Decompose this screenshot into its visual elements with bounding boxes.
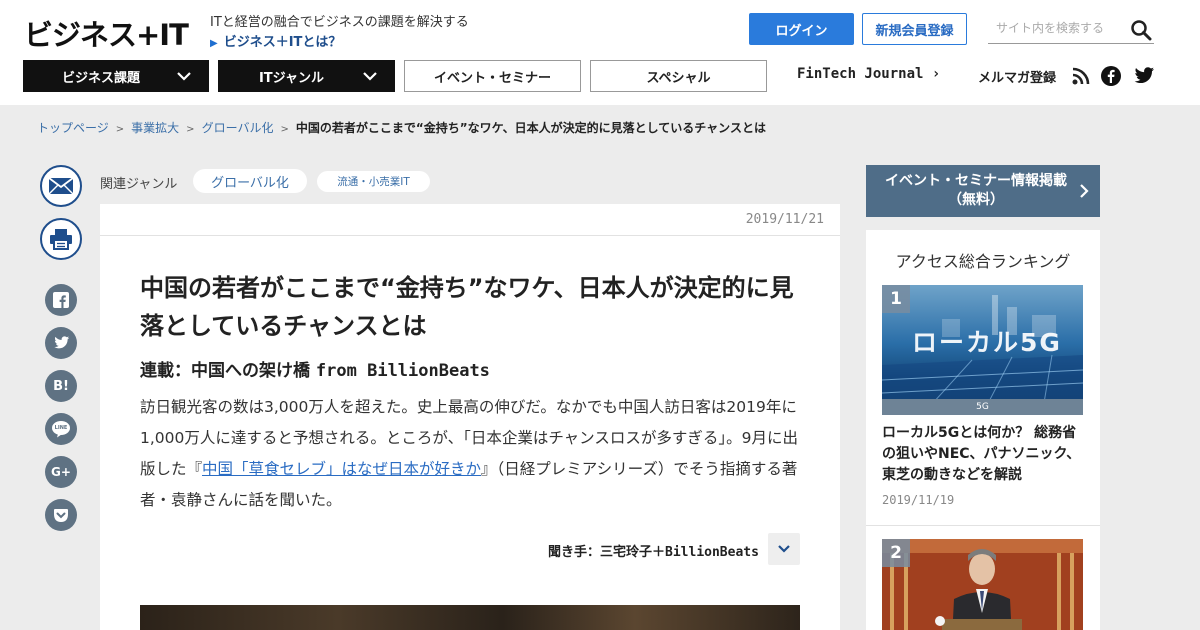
date-bar: 2019/11/21: [100, 204, 840, 236]
pocket-icon: [54, 508, 68, 522]
chevron-down-icon: [177, 72, 191, 81]
chevron-down-icon: [778, 545, 790, 553]
facebook-icon[interactable]: [1101, 66, 1121, 86]
event-banner-line2: （無料）: [948, 192, 1004, 208]
print-button[interactable]: [40, 218, 82, 260]
ranking-item-2-image[interactable]: 2: [882, 539, 1083, 630]
register-button[interactable]: 新規会員登録: [862, 13, 967, 45]
interviewer-prefix: 聞き手：三宅玲子＋: [548, 545, 666, 560]
twitter-icon: [53, 336, 69, 349]
article-title: 中国の若者がここまで“金持ち”なワケ、日本人が決定的に見落としているチャンスとは: [140, 274, 794, 340]
nav-fintech-journal[interactable]: FinTech Journal ›: [797, 66, 940, 82]
ranking-divider: [866, 525, 1100, 526]
site-header: ビジネス+IT ITと経営の融合でビジネスの課題を解決する ▶ ビジネス＋ITとは…: [0, 0, 1200, 105]
article-card: 2019/11/21 中国の若者がここまで“金持ち”なワケ、日本人が決定的に見落…: [100, 204, 840, 630]
mail-icon: [48, 177, 74, 195]
triangle-right-icon: ▶: [210, 38, 218, 49]
speaker-illustration: [882, 539, 1083, 630]
interviewer-name: BillionBeats: [665, 545, 759, 560]
nav-newsletter[interactable]: メルマガ登録: [978, 67, 1056, 86]
chevron-right-icon: ›: [923, 66, 941, 82]
nav-business-label: ビジネス課題: [61, 70, 140, 86]
breadcrumb-separator: >: [115, 124, 125, 135]
article-lead: 訪日観光客の数は3,000万人を超えた。史上最高の伸びだ。なかでも中国人訪日客は…: [140, 392, 802, 516]
breadcrumb-globalization[interactable]: グローバル化: [202, 121, 274, 135]
pocket-share-button[interactable]: [45, 499, 77, 531]
local-5g-image: ローカル5G 5G: [882, 285, 1083, 415]
chevron-right-icon: [1080, 184, 1089, 198]
twitter-share-button[interactable]: [45, 327, 77, 359]
nav-it-genre[interactable]: ITジャンル: [218, 60, 395, 92]
rank-number: 2: [882, 539, 910, 567]
series-prefix: 連載：中国への架け橋: [140, 361, 316, 381]
breadcrumb: トップページ > 事業拡大 > グローバル化 > 中国の若者がここまで“金持ち”なワケ、日本…: [37, 119, 766, 136]
ranking-title: アクセス総合ランキング: [895, 252, 1071, 271]
ranking-item-1-image[interactable]: ローカル5G 5G 1: [882, 285, 1083, 415]
event-banner-line1: イベント・セミナー情報掲載: [885, 173, 1067, 189]
book-link[interactable]: 中国「草食セレブ」はなぜ日本が好きか: [202, 460, 481, 478]
site-logo[interactable]: ビジネス+IT: [24, 12, 189, 54]
nav-events[interactable]: イベント・セミナー: [404, 60, 581, 92]
series-title: from BillionBeats: [315, 361, 490, 381]
hatena-bookmark-icon: B!: [53, 378, 69, 394]
breadcrumb-current: 中国の若者がここまで“金持ち”なワケ、日本人が決定的に見落としているチャンスとは: [295, 121, 766, 135]
printer-icon: [50, 229, 72, 250]
series-name[interactable]: 連載：中国への架け橋 from BillionBeats: [140, 356, 490, 381]
speaker-image: [882, 539, 1083, 630]
facebook-share-button[interactable]: [45, 284, 77, 316]
search-icon[interactable]: [1130, 19, 1152, 41]
google-plus-share-button[interactable]: G+: [45, 456, 77, 488]
line-share-button[interactable]: LINE: [45, 413, 77, 445]
line-label: LINE: [54, 425, 68, 431]
nav-business-issues[interactable]: ビジネス課題: [23, 60, 209, 92]
image-caption: 5G: [882, 399, 1083, 415]
breadcrumb-separator: >: [280, 124, 289, 135]
search-input[interactable]: [996, 21, 1121, 35]
rank-number: 1: [882, 285, 910, 313]
article-hero-image: [140, 605, 800, 630]
breadcrumb-separator: >: [186, 124, 195, 135]
tag-retail-it[interactable]: 流通・小売業IT: [317, 171, 430, 192]
breadcrumb-top[interactable]: トップページ: [37, 121, 109, 135]
publish-date: 2019/11/21: [745, 212, 824, 227]
image-overlay-text: ローカル5G: [912, 328, 1062, 357]
interviewer-credit: 聞き手：三宅玲子＋BillionBeats: [548, 541, 759, 560]
facebook-square-icon: [53, 292, 69, 308]
google-plus-icon: G+: [51, 465, 71, 479]
chevron-down-icon: [363, 72, 377, 81]
expand-credit-button[interactable]: [768, 533, 800, 565]
about-link-label: ビジネス＋ITとは？: [223, 35, 342, 50]
access-ranking-panel: アクセス総合ランキング ローカル5G 5G 1 ローカル5Gとは何か？ 総務省の…: [866, 230, 1100, 630]
rss-icon[interactable]: [1071, 66, 1091, 86]
ranking-item-1-headline[interactable]: ローカル5Gとは何か？ 総務省の狙いやNEC、パナソニック、東芝の動きなどを解説: [882, 423, 1087, 486]
twitter-icon[interactable]: [1133, 66, 1155, 86]
ranking-item-1-date: 2019/11/19: [882, 493, 955, 507]
related-genre-label: 関連ジャンル: [100, 177, 178, 192]
hatena-share-button[interactable]: B!: [45, 370, 77, 402]
about-link[interactable]: ▶ ビジネス＋ITとは？: [210, 31, 341, 50]
event-listing-banner[interactable]: イベント・セミナー情報掲載 （無料）: [866, 165, 1100, 217]
nav-special[interactable]: スペシャル: [590, 60, 767, 92]
breadcrumb-business-expansion[interactable]: 事業拡大: [131, 121, 179, 135]
login-button[interactable]: ログイン: [749, 13, 854, 45]
search-box: [988, 16, 1154, 44]
nav-fintech-label: FinTech Journal: [797, 66, 924, 82]
site-tagline: ITと経営の融合でビジネスの課題を解決する: [210, 15, 469, 30]
mail-share-button[interactable]: [40, 165, 82, 207]
tag-globalization[interactable]: グローバル化: [193, 169, 307, 193]
nav-it-genre-label: ITジャンル: [258, 70, 325, 86]
